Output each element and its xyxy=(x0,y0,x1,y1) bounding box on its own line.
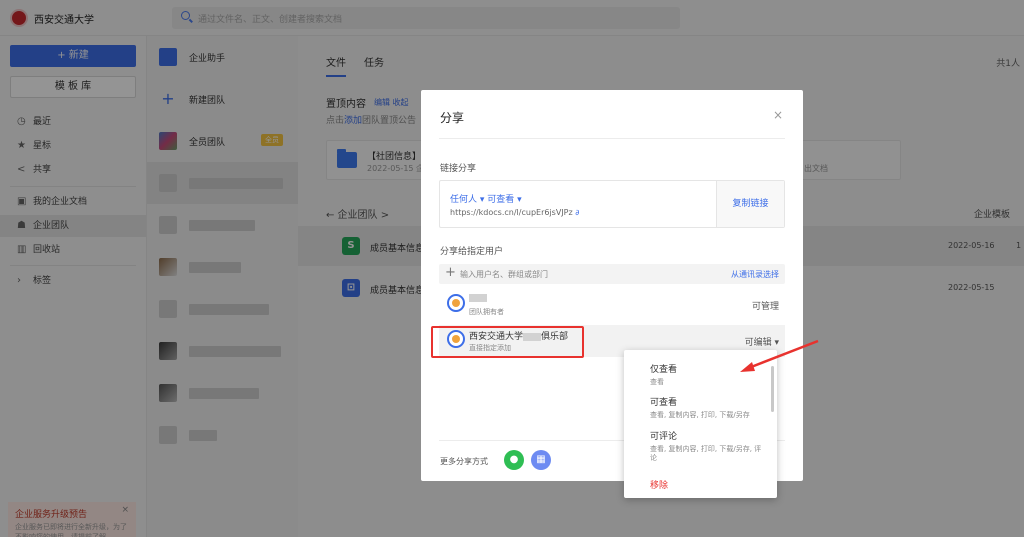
user-search-input[interactable]: + 输入用户名、群组或部门 从通讯录选择 xyxy=(439,264,785,284)
qrcode-icon[interactable]: ▦ xyxy=(531,450,551,470)
member-role: 可管理 xyxy=(751,302,779,312)
wechat-icon[interactable]: ● xyxy=(504,450,524,470)
plus-icon: + xyxy=(445,265,456,280)
link-permission-select[interactable]: 任何人 ▾ 可查看 ▾ xyxy=(450,192,522,205)
dialog-divider xyxy=(439,138,785,139)
annotation-arrow xyxy=(740,339,819,372)
highlight-box xyxy=(431,326,584,358)
close-icon[interactable]: × xyxy=(773,108,783,122)
option-viewable[interactable]: 可查看 查看, 复制内容, 打印, 下载/另存 xyxy=(650,395,762,420)
member-row-owner: 团队拥有者 可管理 xyxy=(439,289,785,321)
copy-link-button[interactable]: 复制链接 xyxy=(716,181,784,227)
dialog-title: 分享 xyxy=(440,111,465,125)
link-icon: ∂ xyxy=(575,208,580,217)
option-commentable[interactable]: 可评论 查看, 复制内容, 打印, 下载/另存, 评论 xyxy=(650,429,762,463)
share-url: https://kdocs.cn/l/cupEr6jsVJPz ∂ xyxy=(450,208,580,217)
pick-from-contacts[interactable]: 从通讯录选择 xyxy=(731,269,779,280)
option-remove[interactable]: 移除 xyxy=(650,478,668,491)
link-share-box: 任何人 ▾ 可查看 ▾ https://kdocs.cn/l/cupEr6jsV… xyxy=(439,180,785,228)
member-sub: 团队拥有者 xyxy=(469,308,504,316)
user-share-label: 分享给指定用户 xyxy=(440,247,504,257)
link-share-label: 链接分享 xyxy=(440,164,477,174)
member-name xyxy=(469,293,487,303)
member-avatar xyxy=(447,294,465,312)
more-share-label: 更多分享方式 xyxy=(440,457,488,466)
redacted-name xyxy=(469,293,487,302)
